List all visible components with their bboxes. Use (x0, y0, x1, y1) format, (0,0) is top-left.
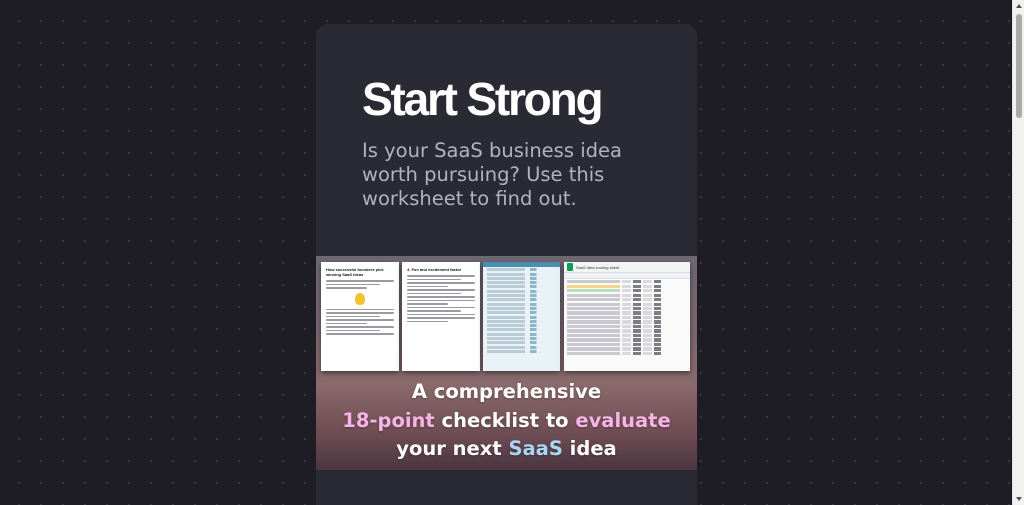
worksheet-page-1-title: How successful founders pick winning Saa… (326, 267, 384, 277)
worksheet-page-2-title: 4. Fun and excitement factor (407, 267, 462, 272)
scoring-sheet-preview: SaaS idea scoring sheet (564, 262, 690, 371)
banner-highlight-18-point: 18-point (342, 408, 435, 432)
scroll-down-arrow-icon[interactable] (1016, 497, 1022, 501)
banner-line-2-text: checklist to (434, 408, 576, 432)
banner-line-1: A comprehensive (411, 380, 602, 403)
scroll-up-arrow-icon[interactable] (1016, 4, 1022, 8)
banner-line-2: 18-point checklist to evaluate (316, 407, 697, 436)
banner-highlight-saas: SaaS (508, 437, 563, 460)
page-title: Start Strong (362, 73, 604, 125)
worksheet-page-3 (483, 262, 560, 371)
scoring-sheet-title: SaaS idea scoring sheet (576, 264, 620, 270)
banner-highlight-evaluate: evaluate (575, 408, 671, 432)
scroll-thumb[interactable] (1016, 14, 1022, 118)
hero-card: Start Strong Is your SaaS business idea … (316, 24, 697, 505)
banner-line-3-end: idea (562, 437, 617, 460)
banner-line-3-text: your next (396, 437, 509, 460)
worksheet-page-2: 4. Fun and excitement factor (402, 262, 480, 371)
page-scrollbar[interactable] (1012, 0, 1024, 505)
banner-line-3: your next SaaS idea (316, 435, 697, 464)
worksheet-page-1: How successful founders pick winning Saa… (321, 262, 399, 371)
banner-headline: A comprehensive 18-point checklist to ev… (316, 378, 697, 464)
lightbulb-icon (355, 292, 365, 305)
worksheet-preview-banner[interactable]: How successful founders pick winning Saa… (316, 256, 697, 470)
page-subtitle: Is your SaaS business idea worth pursuin… (362, 139, 622, 210)
google-sheets-icon (567, 263, 573, 271)
